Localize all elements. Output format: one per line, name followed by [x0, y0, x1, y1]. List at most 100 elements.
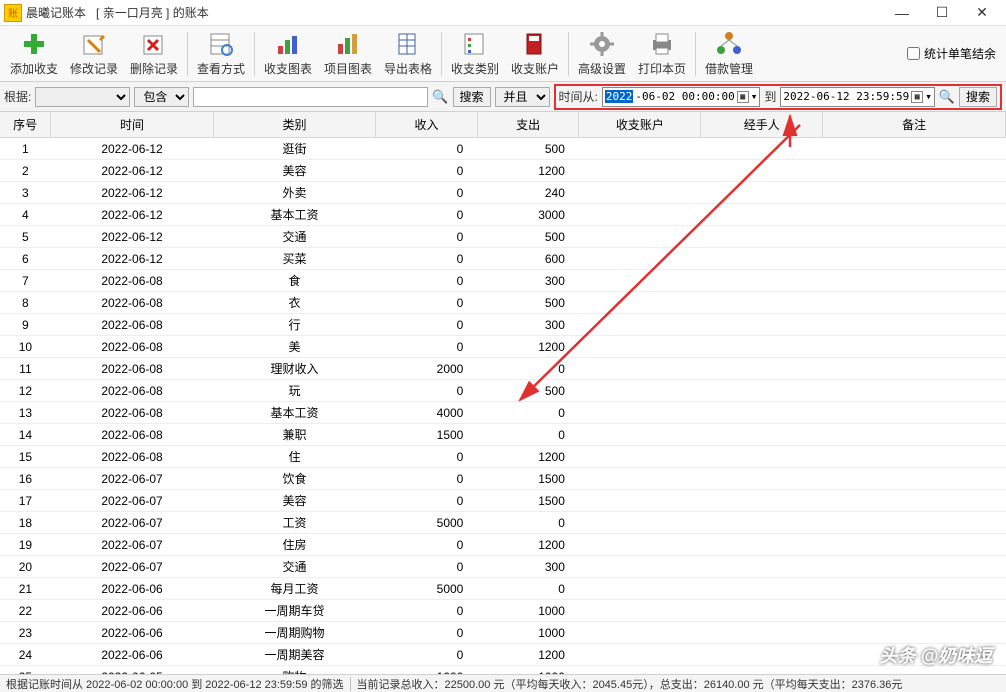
table-row[interactable]: 72022-06-08食0300 [0, 270, 1006, 292]
cell: 300 [477, 270, 579, 292]
table-row[interactable]: 152022-06-08住01200 [0, 446, 1006, 468]
table-row[interactable]: 182022-06-07工资50000 [0, 512, 1006, 534]
minimize-button[interactable]: — [882, 1, 922, 25]
cell [823, 204, 1006, 226]
date-from-input[interactable]: 2022-06-02 00:00:00 ▦▾ [602, 87, 760, 107]
cell [579, 160, 701, 182]
column-header[interactable]: 收入 [376, 112, 478, 138]
cell: 2022-06-07 [51, 490, 214, 512]
cell: 衣 [213, 292, 376, 314]
cell: 15 [0, 446, 51, 468]
cell: 2022-06-12 [51, 248, 214, 270]
table-row[interactable]: 212022-06-06每月工资50000 [0, 578, 1006, 600]
settings-button[interactable]: 高级设置 [573, 28, 631, 80]
table-row[interactable]: 92022-06-08行0300 [0, 314, 1006, 336]
basis-select[interactable] [35, 87, 130, 107]
table-row[interactable]: 232022-06-06一周期购物01000 [0, 622, 1006, 644]
cell: 0 [376, 314, 478, 336]
column-header[interactable]: 时间 [51, 112, 214, 138]
calendar-icon[interactable]: ▦ [911, 91, 923, 103]
category-button[interactable]: 收支类别 [446, 28, 504, 80]
column-header[interactable]: 支出 [477, 112, 579, 138]
viewmode-button[interactable]: 查看方式 [192, 28, 250, 80]
cell [579, 336, 701, 358]
cell [701, 248, 823, 270]
table-row[interactable]: 122022-06-08玩0500 [0, 380, 1006, 402]
cell [701, 226, 823, 248]
cell: 6 [0, 248, 51, 270]
chevron-down-icon[interactable]: ▾ [925, 90, 932, 103]
cell: 2022-06-12 [51, 160, 214, 182]
cell: 1200 [477, 336, 579, 358]
cell [701, 600, 823, 622]
table-row[interactable]: 32022-06-12外卖0240 [0, 182, 1006, 204]
cell: 0 [376, 336, 478, 358]
cell [823, 402, 1006, 424]
edit-button[interactable]: 修改记录 [65, 28, 123, 80]
table-row[interactable]: 102022-06-08美01200 [0, 336, 1006, 358]
cell: 1200 [477, 534, 579, 556]
account-button[interactable]: 收支账户 [506, 28, 564, 80]
table-row[interactable]: 162022-06-07饮食01500 [0, 468, 1006, 490]
search-input[interactable] [193, 87, 428, 107]
timefrom-label: 时间从: [559, 88, 598, 105]
cell [701, 292, 823, 314]
checkbox-input[interactable] [907, 47, 920, 60]
cell [823, 358, 1006, 380]
table-row[interactable]: 242022-06-06一周期美容01200 [0, 644, 1006, 666]
cell: 逛街 [213, 138, 376, 160]
cell: 1200 [477, 160, 579, 182]
cell: 工资 [213, 512, 376, 534]
cell: 2022-06-07 [51, 556, 214, 578]
column-header[interactable]: 收支账户 [579, 112, 701, 138]
table-row[interactable]: 132022-06-08基本工资40000 [0, 402, 1006, 424]
date-search-button[interactable]: 搜索 [959, 87, 997, 107]
chevron-down-icon[interactable]: ▾ [751, 90, 758, 103]
date-to-input[interactable]: 2022-06-12 23:59:59 ▦▾ [780, 87, 934, 107]
contain-select[interactable]: 包含 [134, 87, 189, 107]
column-header[interactable]: 类别 [213, 112, 376, 138]
table-scroll[interactable]: 序号时间类别收入支出收支账户经手人备注 12022-06-12逛街0500220… [0, 112, 1006, 677]
table-row[interactable]: 22022-06-12美容01200 [0, 160, 1006, 182]
calendar-icon[interactable]: ▦ [737, 91, 749, 103]
cell: 2022-06-08 [51, 358, 214, 380]
cell: 2022-06-12 [51, 138, 214, 160]
search-button[interactable]: 搜索 [453, 87, 491, 107]
cell: 饮食 [213, 468, 376, 490]
cell: 2022-06-06 [51, 622, 214, 644]
column-header[interactable]: 备注 [823, 112, 1006, 138]
table-row[interactable]: 52022-06-12交通0500 [0, 226, 1006, 248]
table-row[interactable]: 42022-06-12基本工资03000 [0, 204, 1006, 226]
table-row[interactable]: 222022-06-06一周期车贷01000 [0, 600, 1006, 622]
cell [579, 424, 701, 446]
table-row[interactable]: 192022-06-07住房01200 [0, 534, 1006, 556]
single-balance-checkbox[interactable]: 统计单笔结余 [907, 45, 996, 62]
cell: 每月工资 [213, 578, 376, 600]
table-row[interactable]: 12022-06-12逛街0500 [0, 138, 1006, 160]
close-button[interactable]: ✕ [962, 1, 1002, 25]
cell: 兼职 [213, 424, 376, 446]
column-header[interactable]: 序号 [0, 112, 51, 138]
loan-button[interactable]: 借款管理 [700, 28, 758, 80]
window-title: 晨曦记账本 [ 亲一口月亮 ] 的账本 [26, 4, 882, 21]
cell [579, 600, 701, 622]
table-row[interactable]: 142022-06-08兼职15000 [0, 424, 1006, 446]
table-row[interactable]: 62022-06-12买菜0600 [0, 248, 1006, 270]
table-row[interactable]: 112022-06-08理财收入20000 [0, 358, 1006, 380]
print-button[interactable]: 打印本页 [633, 28, 691, 80]
column-header[interactable]: 经手人 [701, 112, 823, 138]
export-button[interactable]: 导出表格 [379, 28, 437, 80]
cell: 24 [0, 644, 51, 666]
cell: 0 [376, 644, 478, 666]
chart-iobutton[interactable]: 收支图表 [259, 28, 317, 80]
table-row[interactable]: 82022-06-08衣0500 [0, 292, 1006, 314]
maximize-button[interactable]: ☐ [922, 1, 962, 25]
and-select[interactable]: 并且 [495, 87, 550, 107]
chart-projbutton[interactable]: 项目图表 [319, 28, 377, 80]
delete-button[interactable]: 删除记录 [125, 28, 183, 80]
table-row[interactable]: 172022-06-07美容01500 [0, 490, 1006, 512]
table-row[interactable]: 202022-06-07交通0300 [0, 556, 1006, 578]
cell: 0 [477, 424, 579, 446]
add-button[interactable]: 添加收支 [5, 28, 63, 80]
cell: 0 [477, 402, 579, 424]
